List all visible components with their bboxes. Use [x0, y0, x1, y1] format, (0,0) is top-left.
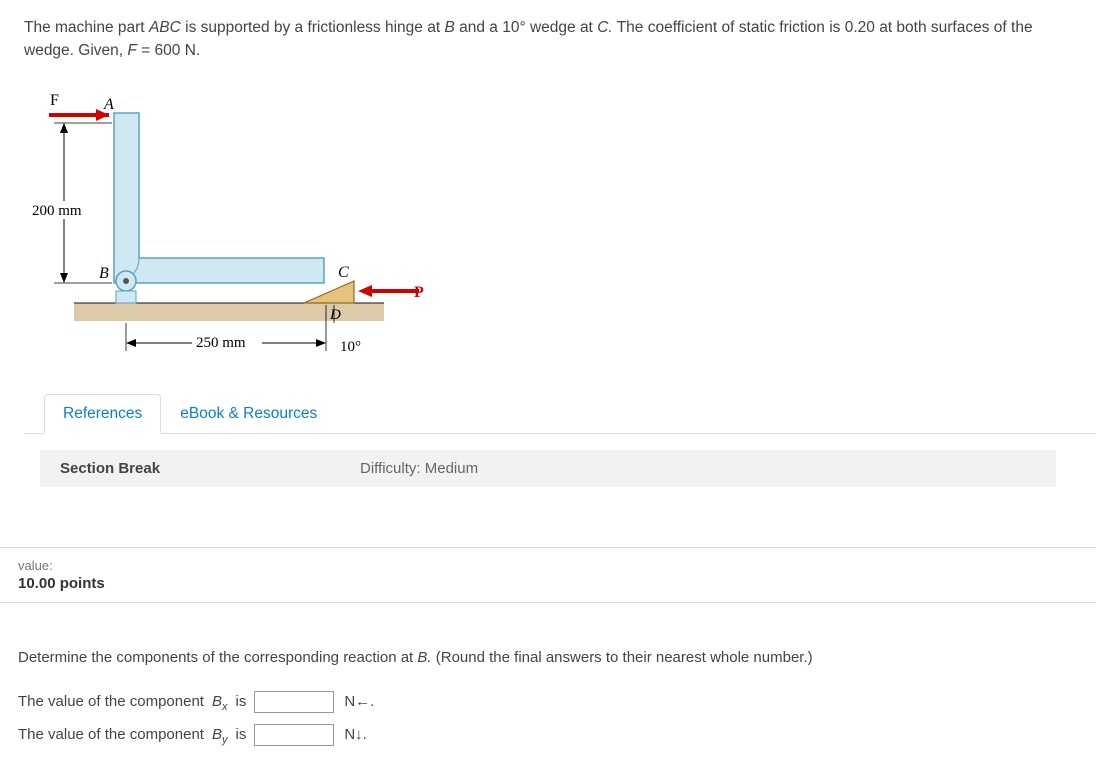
label-P: P: [414, 284, 424, 301]
var-sub: y: [222, 734, 228, 746]
figure-svg: F A B C D P 200 mm 250 mm 10°: [24, 73, 424, 363]
question-prompt: Determine the components of the correspo…: [18, 643, 1078, 673]
label-D: D: [329, 307, 341, 323]
problem-statement: The machine part ABC is supported by a f…: [0, 0, 1096, 73]
label-B: B: [99, 265, 109, 282]
wedge: [304, 281, 354, 303]
text-fragment: (Round the final answers to their neares…: [432, 649, 813, 666]
var-B: B.: [417, 649, 431, 666]
dim-h-arrow-r: [316, 339, 326, 347]
text-fragment: = 600 N.: [137, 42, 200, 59]
hinge-pin: [123, 278, 129, 284]
var-letter: B: [212, 726, 222, 743]
figure: F A B C D P 200 mm 250 mm 10°: [24, 73, 424, 363]
text-fragment: The value of the component: [18, 687, 204, 717]
text-fragment: is: [235, 687, 246, 717]
label-A: A: [103, 96, 114, 113]
var-letter: B: [212, 693, 222, 710]
var-F: F: [127, 42, 136, 59]
section-label: Section Break: [60, 460, 360, 477]
input-bx[interactable]: [254, 691, 334, 713]
dim-v-arrow-bot: [60, 273, 68, 283]
var-ABC: ABC: [149, 19, 181, 36]
section-bar: Section Break Difficulty: Medium: [40, 450, 1056, 487]
var-sub: x: [222, 701, 228, 713]
force-P-arrow-head: [358, 285, 372, 297]
input-by[interactable]: [254, 724, 334, 746]
text-fragment: The value of the component: [18, 720, 204, 750]
angle-text: 10°: [340, 339, 361, 355]
points-label: value:: [18, 558, 1078, 573]
var-Bx: Bx: [212, 687, 228, 718]
hinge-base: [116, 291, 136, 303]
points-bar: value: 10.00 points: [0, 547, 1096, 603]
label-F: F: [50, 92, 59, 109]
machine-part: [114, 113, 324, 283]
text-fragment: Determine the components of the correspo…: [18, 649, 417, 666]
tab-references[interactable]: References: [44, 394, 161, 434]
var-By: By: [212, 720, 228, 751]
tab-ebook[interactable]: eBook & Resources: [161, 394, 336, 434]
section-difficulty: Difficulty: Medium: [360, 460, 620, 477]
unit-bx: N←.: [344, 687, 374, 717]
dim-h-arrow-l: [126, 339, 136, 347]
dim-v-text: 200 mm: [32, 203, 82, 219]
answer-row-bx: The value of the component Bx is N←.: [18, 687, 1078, 718]
text-fragment: is supported by a frictionless hinge at: [181, 19, 445, 36]
var-B: B: [444, 19, 454, 36]
question-block: Determine the components of the correspo…: [0, 603, 1096, 771]
text-fragment: and a 10° wedge at: [455, 19, 597, 36]
tabs: References eBook & Resources: [24, 393, 1096, 434]
label-C: C: [338, 264, 349, 281]
page-container: The machine part ABC is supported by a f…: [0, 0, 1096, 771]
dim-h-text: 250 mm: [196, 335, 246, 351]
text-fragment: is: [235, 720, 246, 750]
unit-by: N↓.: [344, 720, 367, 750]
var-C: C.: [597, 19, 613, 36]
dim-v-arrow-top: [60, 123, 68, 133]
answer-row-by: The value of the component By is N↓.: [18, 720, 1078, 751]
text-fragment: The machine part: [24, 19, 149, 36]
points-value: 10.00 points: [18, 575, 1078, 592]
